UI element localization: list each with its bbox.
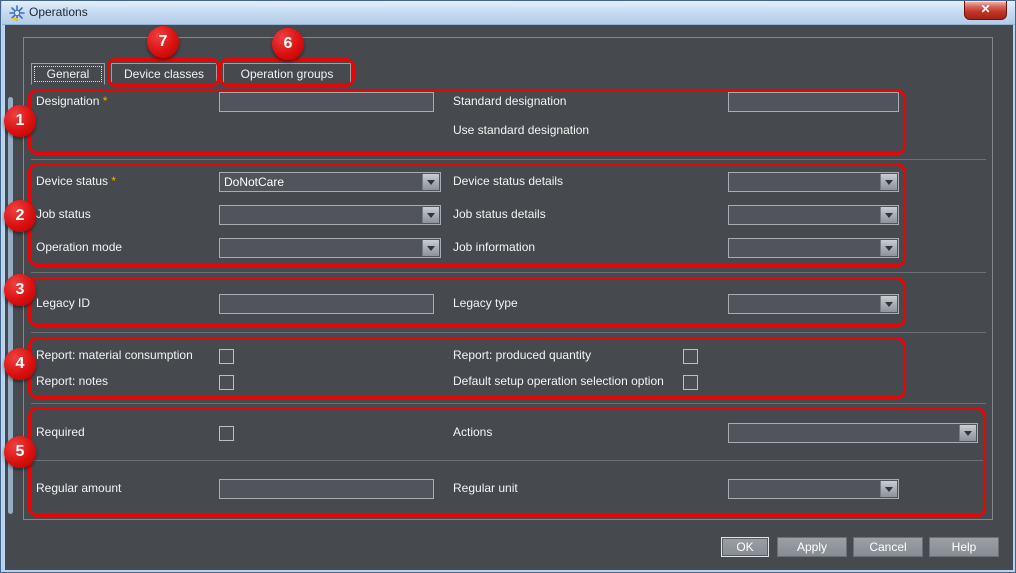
apply-button-label: Apply <box>797 540 827 554</box>
standard-designation-label-text: Standard designation <box>453 94 566 108</box>
ok-button[interactable]: OK <box>721 537 769 557</box>
tab-operation-groups-label: Operation groups <box>241 67 334 81</box>
cancel-button-label: Cancel <box>869 540 906 554</box>
chevron-down-icon[interactable] <box>880 240 897 256</box>
job-status-details-label: Job status details <box>453 207 546 221</box>
window-title: Operations <box>29 5 88 19</box>
chevron-down-icon[interactable] <box>422 240 439 256</box>
default-setup-operation-selection-option-label: Default setup operation selection option <box>453 374 664 388</box>
report-produced-quantity-label: Report: produced quantity <box>453 348 591 362</box>
legacy-type-combobox[interactable] <box>728 294 899 314</box>
designation-input[interactable] <box>219 92 434 112</box>
designation-label: Designation * <box>36 94 107 108</box>
separator <box>31 460 986 461</box>
job-information-combobox[interactable] <box>728 238 899 258</box>
device-status-label-text: Device status <box>36 174 108 188</box>
separator <box>31 332 986 333</box>
operation-mode-label-text: Operation mode <box>36 240 122 254</box>
required-asterisk: * <box>111 174 116 188</box>
use-standard-designation-label-text: Use standard designation <box>453 123 589 137</box>
help-button[interactable]: Help <box>929 537 999 557</box>
device-status-details-label: Device status details <box>453 174 563 188</box>
apply-button[interactable]: Apply <box>777 537 847 557</box>
ok-button-label: OK <box>736 540 753 554</box>
job-status-details-label-text: Job status details <box>453 207 546 221</box>
chevron-down-icon[interactable] <box>422 207 439 223</box>
report-notes-label: Report: notes <box>36 374 108 388</box>
report-notes-checkbox[interactable] <box>219 375 234 390</box>
required-label: Required <box>36 425 85 439</box>
close-button[interactable]: ✕ <box>964 1 1007 20</box>
regular-amount-label: Regular amount <box>36 481 121 495</box>
regular-unit-label-text: Regular unit <box>453 481 518 495</box>
separator <box>31 159 986 160</box>
default-setup-operation-selection-option-label-text: Default setup operation selection option <box>453 374 664 388</box>
required-label-text: Required <box>36 425 85 439</box>
cancel-button[interactable]: Cancel <box>853 537 923 557</box>
chevron-down-icon[interactable] <box>880 296 897 312</box>
regular-unit-label: Regular unit <box>453 481 518 495</box>
job-status-label-text: Job status <box>36 207 91 221</box>
use-standard-designation-label: Use standard designation <box>453 123 589 137</box>
tab-device-classes-label: Device classes <box>124 67 204 81</box>
chevron-down-icon[interactable] <box>422 174 439 190</box>
device-status-combobox[interactable]: DoNotCare <box>219 172 441 192</box>
report-material-consumption-checkbox[interactable] <box>219 349 234 364</box>
separator <box>31 403 986 404</box>
tab-operation-groups[interactable]: Operation groups <box>223 63 351 85</box>
standard-designation-input[interactable] <box>728 92 899 112</box>
regular-unit-combobox[interactable] <box>728 479 899 499</box>
left-border-glow <box>8 97 13 514</box>
standard-designation-label: Standard designation <box>453 94 566 108</box>
job-information-label-text: Job information <box>453 240 535 254</box>
job-status-details-combobox[interactable] <box>728 205 899 225</box>
legacy-type-label: Legacy type <box>453 296 518 310</box>
report-material-consumption-label: Report: material consumption <box>36 348 193 362</box>
app-icon <box>9 5 25 21</box>
operations-dialog: Operations ✕ General Device classes Oper… <box>0 0 1016 573</box>
report-notes-label-text: Report: notes <box>36 374 108 388</box>
title-bar[interactable]: Operations ✕ <box>2 1 1015 25</box>
regular-amount-label-text: Regular amount <box>36 481 121 495</box>
operation-mode-label: Operation mode <box>36 240 122 254</box>
job-information-label: Job information <box>453 240 535 254</box>
device-status-details-label-text: Device status details <box>453 174 563 188</box>
job-status-label: Job status <box>36 207 91 221</box>
legacy-id-label-text: Legacy ID <box>36 296 90 310</box>
legacy-type-label-text: Legacy type <box>453 296 518 310</box>
device-status-details-combobox[interactable] <box>728 172 899 192</box>
chevron-down-icon[interactable] <box>959 425 976 441</box>
report-material-consumption-label-text: Report: material consumption <box>36 348 193 362</box>
chevron-down-icon[interactable] <box>880 481 897 497</box>
legacy-id-input[interactable] <box>219 294 434 314</box>
chevron-down-icon[interactable] <box>880 174 897 190</box>
close-icon: ✕ <box>980 2 990 16</box>
operation-mode-combobox[interactable] <box>219 238 441 258</box>
chevron-down-icon[interactable] <box>880 207 897 223</box>
device-status-label: Device status * <box>36 174 116 188</box>
regular-amount-input[interactable] <box>219 479 434 499</box>
tab-general[interactable]: General <box>31 63 105 85</box>
job-status-combobox[interactable] <box>219 205 441 225</box>
tab-general-label: General <box>47 67 90 81</box>
actions-combobox[interactable] <box>728 423 978 443</box>
separator <box>31 272 986 273</box>
device-status-value: DoNotCare <box>224 175 420 189</box>
required-checkbox[interactable] <box>219 426 234 441</box>
actions-label-text: Actions <box>453 425 492 439</box>
actions-label: Actions <box>453 425 492 439</box>
designation-label-text: Designation <box>36 94 99 108</box>
default-setup-operation-selection-option-checkbox[interactable] <box>683 375 698 390</box>
report-produced-quantity-checkbox[interactable] <box>683 349 698 364</box>
required-asterisk: * <box>103 94 108 108</box>
report-produced-quantity-label-text: Report: produced quantity <box>453 348 591 362</box>
legacy-id-label: Legacy ID <box>36 296 90 310</box>
help-button-label: Help <box>952 540 977 554</box>
tab-device-classes[interactable]: Device classes <box>111 63 217 85</box>
